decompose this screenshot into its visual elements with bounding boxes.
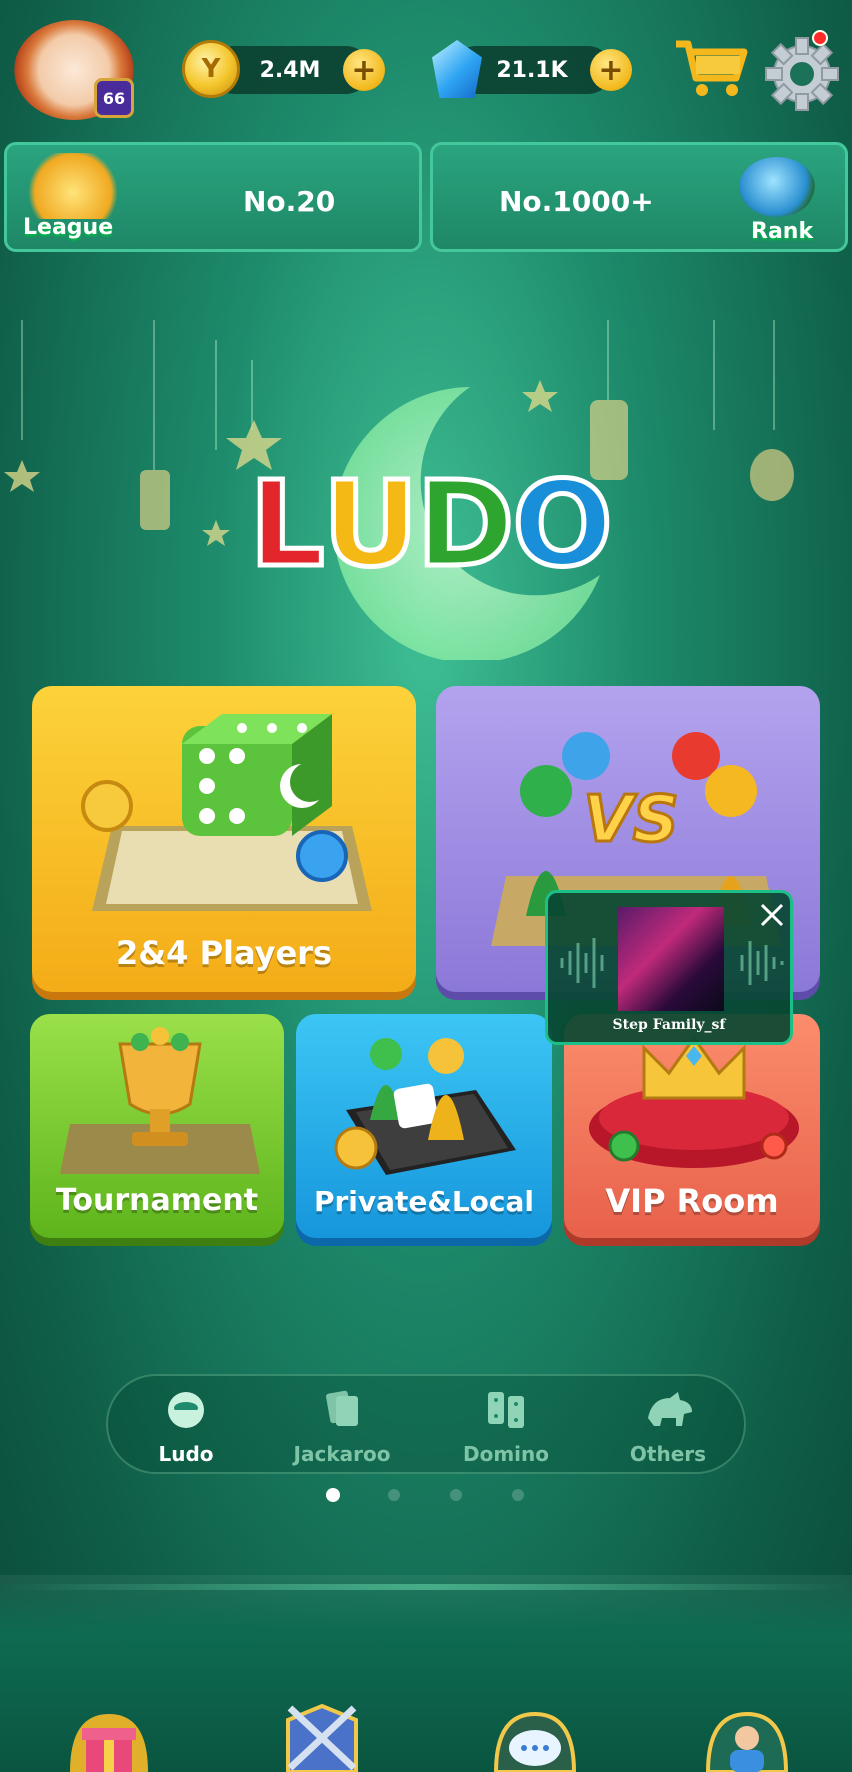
settings-gear-icon[interactable] [762,34,842,114]
league-label: League [23,215,114,240]
two-four-players-card[interactable]: 2&4 Players [32,686,416,992]
private-local-label: Private&Local [313,1185,535,1218]
tournament-label: Tournament [55,1183,259,1218]
vip-room-label: VIP Room [605,1182,779,1220]
tab-ludo-label: Ludo [158,1442,214,1466]
tab-jackaroo[interactable]: Jackaroo [272,1376,412,1476]
ludo-logo: L U D O [247,453,615,596]
page-dot-active[interactable] [326,1488,340,1502]
notification-dot [812,30,828,46]
add-gems-button[interactable]: + [590,49,632,91]
rank-label: Rank [751,219,814,244]
logo-letter-d: D [414,453,517,596]
popup-caption: Step Family_sf [612,1017,726,1033]
logo-letter-l: L [247,453,327,596]
tab-ludo[interactable]: Ludo [116,1376,256,1476]
tab-jackaroo-label: Jackaroo [293,1442,391,1466]
cards-icon [326,1390,358,1426]
battle-swords-icon[interactable] [276,1698,368,1772]
coin-icon: Y [182,40,240,98]
private-local-card[interactable]: Private&Local [296,1014,552,1238]
game-tabs: Ludo Jackaroo Domino Others [106,1374,746,1474]
rank-panel[interactable]: No.1000+ Rank [430,142,848,252]
rank-position: No.1000+ [499,185,654,218]
page-dot[interactable] [388,1489,400,1501]
page-dot[interactable] [450,1489,462,1501]
league-position: No.20 [243,185,336,218]
dice-board-icon [81,714,372,911]
vip-room-card[interactable]: VIP Room [564,1014,820,1238]
ludo-chip-icon [168,1392,204,1428]
live-room-popup[interactable]: Step Family_sf [545,890,793,1045]
svg-text:VS: VS [583,783,679,857]
trophy-icon [60,1027,260,1174]
two-four-players-label: 2&4 Players [116,934,332,972]
page-dot[interactable] [512,1489,524,1501]
live-stream-thumbnail[interactable] [618,907,724,1011]
gems-value: 21.1K [496,57,568,83]
level-badge: 66 [94,78,134,118]
phone-pawns-icon [334,1038,516,1175]
league-panel[interactable]: League No.20 [4,142,422,252]
tournament-card[interactable]: Tournament [30,1014,284,1238]
shop-cart-icon[interactable] [672,38,750,100]
family-icon[interactable] [702,1708,792,1772]
top-bar: 66 2.4M Y + 21.1K + [0,0,852,140]
tab-domino[interactable]: Domino [436,1376,576,1476]
horse-icon [648,1392,692,1426]
crown-cushion-icon [589,1035,799,1168]
tab-others-label: Others [629,1442,707,1466]
logo-letter-o: O [510,453,615,596]
logo-letter-u: U [320,453,421,596]
tab-domino-label: Domino [462,1442,549,1466]
gift-icon[interactable] [64,1708,154,1772]
tab-others[interactable]: Others [598,1376,738,1476]
nav-divider [0,1584,852,1590]
close-icon[interactable] [758,901,786,929]
globe-icon [739,157,815,217]
add-coins-button[interactable]: + [343,49,385,91]
league-trophy-icon [23,153,123,219]
domino-icon [488,1392,524,1428]
chat-icon[interactable] [490,1708,580,1772]
coins-value: 2.4M [259,57,321,83]
